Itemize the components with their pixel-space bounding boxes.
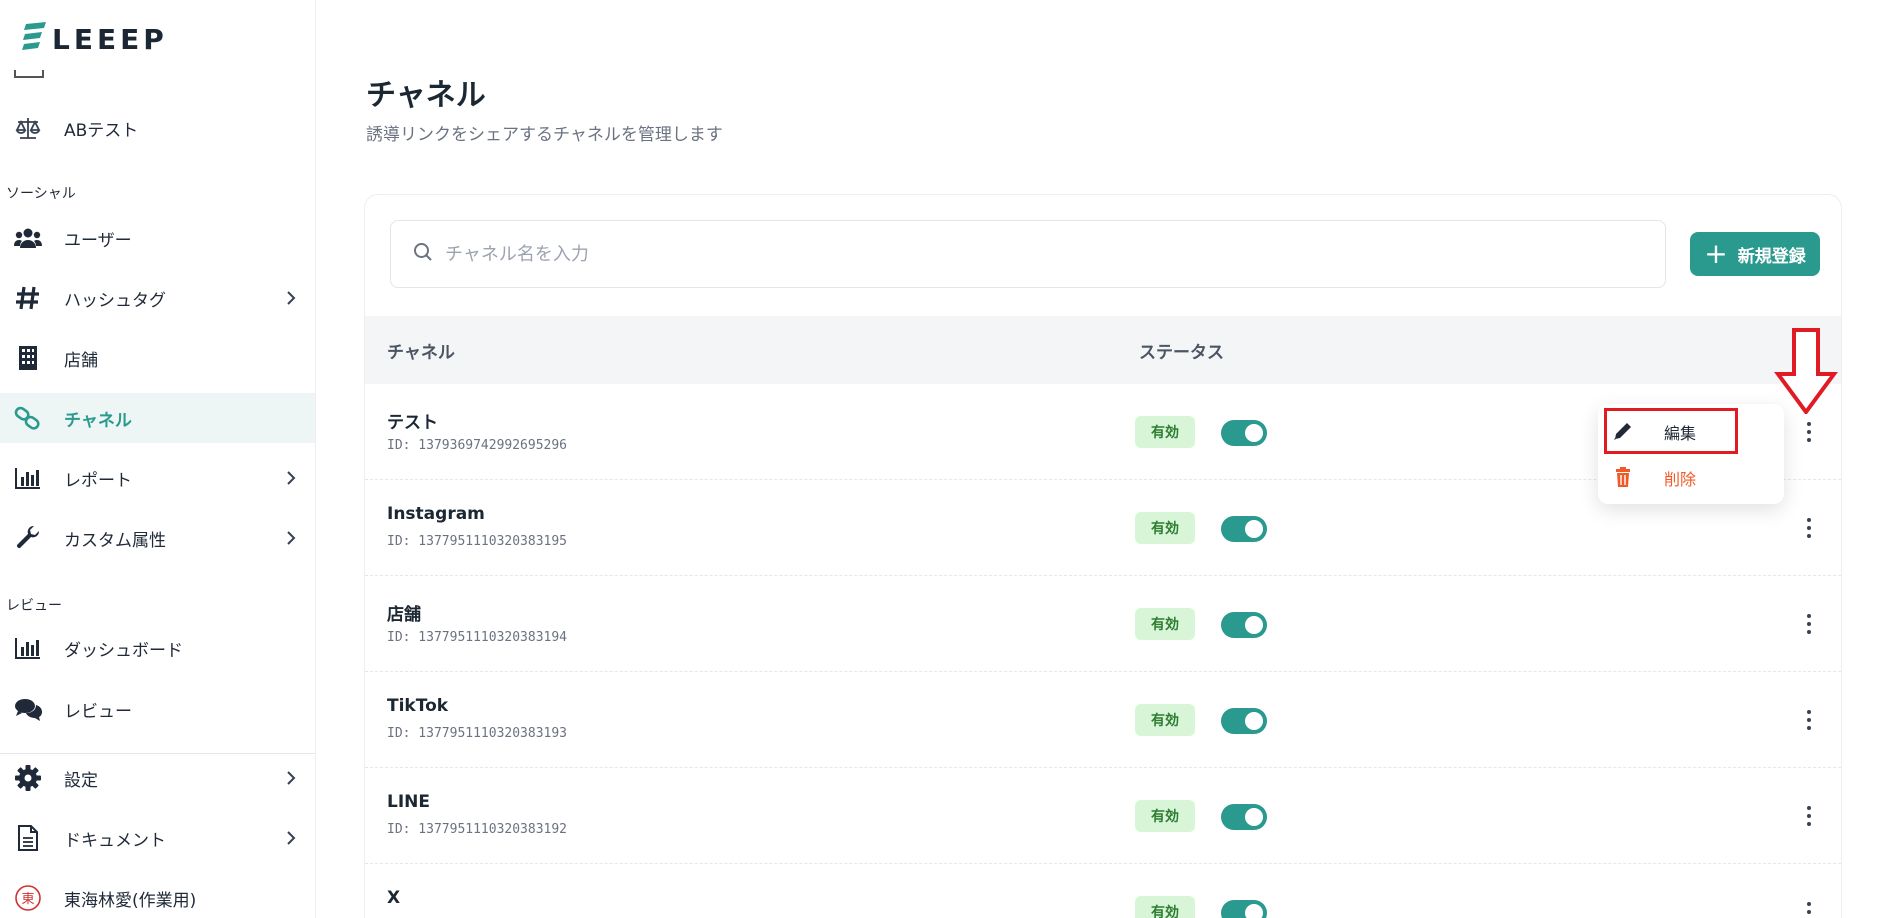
new-channel-button-label: 新規登録 (1737, 246, 1806, 267)
delete-label: 削除 (1664, 470, 1697, 489)
status-toggle[interactable] (1221, 612, 1267, 638)
sidebar-section-social: ソーシャル (6, 186, 76, 202)
avatar: 東 (14, 884, 42, 912)
sidebar-section-review: レビュー (6, 598, 62, 614)
status-toggle[interactable] (1221, 516, 1267, 542)
status-badge: 有効 (1135, 800, 1195, 832)
chart-bar-icon (14, 634, 42, 662)
channel-id: ID: 1377951110320383194 (387, 630, 568, 645)
sidebar-item-dashboard[interactable]: ダッシュボード (0, 623, 315, 673)
channel-name: Instagram (387, 504, 485, 524)
users-icon (14, 224, 42, 252)
channel-name: テスト (387, 413, 438, 433)
more-options-icon[interactable] (1799, 802, 1819, 830)
chevron-right-icon (285, 828, 297, 852)
status-toggle[interactable] (1221, 420, 1267, 446)
more-options-icon[interactable] (1799, 514, 1819, 542)
sidebar-item-reviews[interactable]: レビュー (0, 684, 315, 734)
channel-name: 店舗 (387, 605, 421, 625)
sidebar-item-label: 設定 (64, 770, 98, 791)
status-badge: 有効 (1135, 704, 1195, 736)
gear-icon (14, 764, 42, 792)
sidebar-item-documents[interactable]: ドキュメント (0, 813, 315, 863)
channel-name: LINE (387, 792, 430, 812)
sidebar-item-users[interactable]: ユーザー (0, 213, 315, 263)
sidebar-item-label: ABテスト (64, 120, 139, 141)
page-subtitle: 誘導リンクをシェアするチャネルを管理します (366, 125, 723, 145)
sidebar-item-label: 店舗 (64, 350, 98, 371)
more-options-icon[interactable] (1799, 610, 1819, 638)
more-options-icon[interactable] (1799, 706, 1819, 734)
sidebar-item-settings[interactable]: 設定 (0, 753, 315, 803)
new-channel-button[interactable]: + 新規登録 (1690, 232, 1820, 276)
table-row: LINE ID: 1377951110320383192 有効 (365, 768, 1841, 864)
more-options-icon[interactable] (1799, 418, 1819, 446)
document-icon (14, 824, 42, 852)
sidebar-item-label: チャネル (64, 410, 132, 431)
sidebar-item-label: ダッシュボード (64, 640, 183, 661)
building-icon (14, 344, 42, 372)
comments-icon (14, 695, 42, 723)
page-title: チャネル (366, 78, 486, 113)
trash-icon (1612, 466, 1634, 492)
table-header: チャネル ステータス (365, 316, 1841, 384)
logo[interactable]: LEEEP (22, 22, 168, 56)
search-icon (413, 242, 433, 266)
channel-name: X (387, 888, 401, 908)
table-row: X 有効 (365, 864, 1841, 918)
user-name: 東海林愛(作業用) (64, 890, 197, 911)
chevron-right-icon (285, 768, 297, 792)
hashtag-icon (14, 284, 42, 312)
status-badge: 有効 (1135, 896, 1195, 918)
chevron-right-icon (285, 468, 297, 492)
sidebar-item-reports[interactable]: レポート (0, 453, 315, 503)
avatar-char: 東 (21, 891, 34, 907)
status-toggle[interactable] (1221, 708, 1267, 734)
chevron-right-icon (285, 288, 297, 312)
search-input[interactable] (445, 243, 1545, 265)
sidebar-item-hashtag[interactable]: ハッシュタグ (0, 273, 315, 323)
chart-bar-icon (14, 464, 42, 492)
sidebar-item-label: ユーザー (64, 230, 132, 251)
status-toggle[interactable] (1221, 900, 1267, 918)
scale-icon (14, 114, 42, 142)
status-badge: 有効 (1135, 608, 1195, 640)
sidebar-item-ab-test[interactable]: ABテスト (0, 103, 315, 153)
plus-icon: + (1704, 237, 1728, 270)
wrench-icon (14, 524, 42, 552)
sidebar-item-custom-attributes[interactable]: カスタム属性 (0, 513, 315, 563)
column-header-status: ステータス (1139, 343, 1224, 363)
sidebar: LEEEP ABテスト ソーシャル ユーザー ハッシュタグ 店舗 チャネル レポ… (0, 0, 316, 918)
status-badge: 有効 (1135, 416, 1195, 448)
sidebar-item-label: レポート (64, 470, 132, 491)
truncated-menu-item (14, 70, 44, 78)
arrow-down-icon (1774, 328, 1838, 418)
status-toggle[interactable] (1221, 804, 1267, 830)
sidebar-item-label: ドキュメント (64, 830, 166, 851)
chevron-right-icon (285, 528, 297, 552)
more-options-icon[interactable] (1799, 898, 1819, 918)
search-box[interactable] (390, 220, 1666, 288)
logo-text: LEEEP (52, 22, 168, 56)
channel-name: TikTok (387, 696, 449, 716)
table-row: TikTok ID: 1377951110320383193 有効 (365, 672, 1841, 768)
link-icon (14, 404, 42, 432)
channel-id: ID: 1377951110320383193 (387, 726, 568, 741)
table-row: 店舗 ID: 1377951110320383194 有効 (365, 576, 1841, 672)
status-badge: 有効 (1135, 512, 1195, 544)
delete-menu-item[interactable]: 削除 (1598, 454, 1784, 500)
sidebar-item-label: カスタム属性 (64, 530, 166, 551)
channel-id: ID: 1379369742992695296 (387, 438, 568, 453)
highlight-annotation-box (1604, 408, 1738, 454)
sidebar-item-channels[interactable]: チャネル (0, 393, 315, 443)
channel-id: ID: 1377951110320383192 (387, 822, 568, 837)
sidebar-item-label: レビュー (64, 701, 132, 722)
sidebar-item-label: ハッシュタグ (64, 290, 166, 311)
sidebar-item-user[interactable]: 東 東海林愛(作業用) (0, 873, 315, 918)
column-header-channel: チャネル (387, 343, 455, 363)
channel-id: ID: 1377951110320383195 (387, 534, 568, 549)
sidebar-item-stores[interactable]: 店舗 (0, 333, 315, 383)
logo-mark-icon (22, 22, 46, 50)
